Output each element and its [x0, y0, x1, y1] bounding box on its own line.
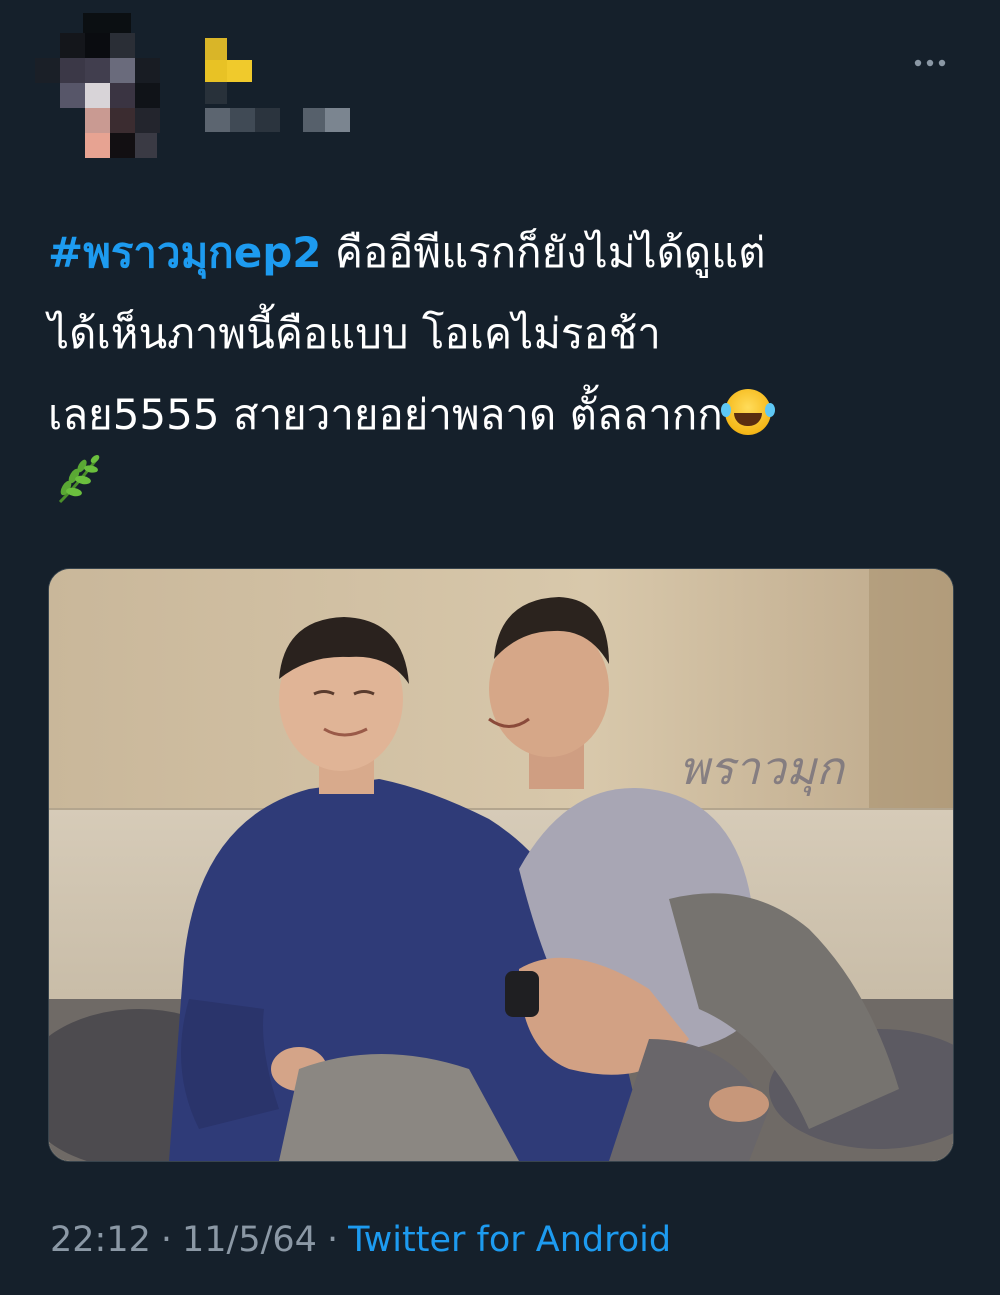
hashtag-link[interactable]: #พราวมุกep2	[48, 228, 322, 277]
tweet-time[interactable]: 22:12	[50, 1220, 151, 1260]
tweet-meta: 22:12 · 11/5/64 · Twitter for Android	[50, 1220, 671, 1260]
tweet-text: #พราวมุกep2 คืออีพีแรกก็ยังไม่ได้ดูแต่ได…	[48, 212, 953, 455]
source-link[interactable]: Twitter for Android	[348, 1220, 671, 1260]
herb-icon	[58, 455, 100, 504]
more-options-glyph	[914, 59, 946, 67]
tweet-text-line3: เลย5555 สายวายอย่าพลาด ตั้ลลากก	[48, 390, 723, 439]
tweet-photo[interactable]: พราวมุก	[48, 568, 954, 1162]
tweet-text-line1: คืออีพีแรกก็ยังไม่ได้ดูแต่	[321, 228, 766, 277]
tweet-date[interactable]: 11/5/64	[182, 1220, 317, 1260]
avatar[interactable]	[35, 13, 165, 158]
photo-watermark: พราวมุก	[679, 741, 846, 796]
display-name[interactable]	[205, 38, 355, 138]
tweet-text-line2: ได้เห็นภาพนี้คือแบบ โอเคไม่รอช้า	[48, 309, 661, 358]
meta-separator: ·	[326, 1220, 339, 1260]
meta-separator: ·	[160, 1220, 173, 1260]
laughing-with-tears-icon	[720, 389, 771, 435]
photo-illustration: พราวมุก	[49, 569, 953, 1161]
more-options-icon[interactable]	[910, 48, 950, 78]
